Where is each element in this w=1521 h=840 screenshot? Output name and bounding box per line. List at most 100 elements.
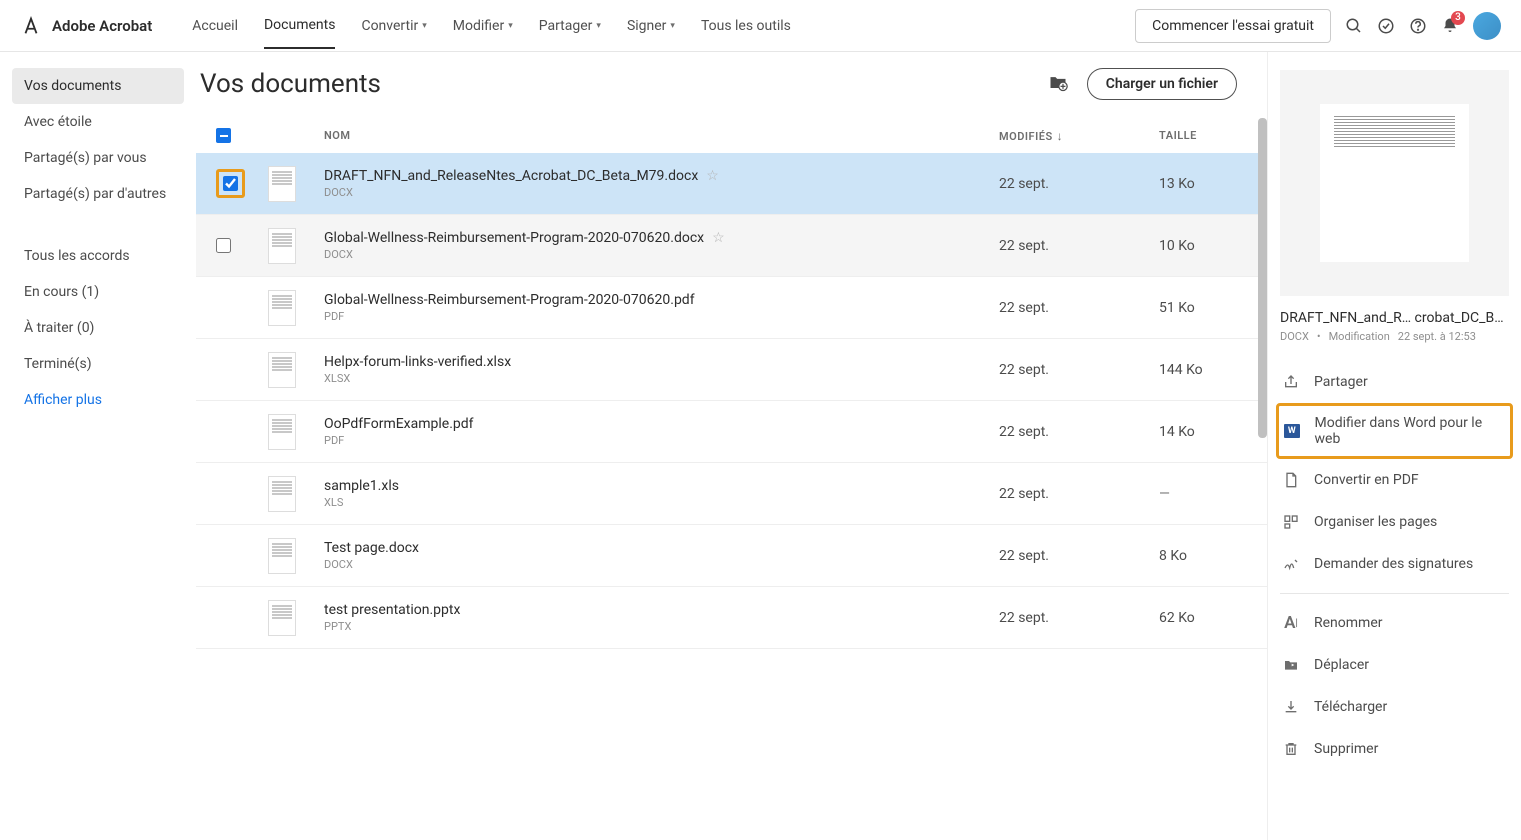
- file-date: 22 sept.: [999, 238, 1159, 254]
- nav-tous-outils[interactable]: Tous les outils: [701, 3, 791, 49]
- file-name: Global-Wellness-Reimbursement-Program-20…: [324, 292, 999, 308]
- organize-icon: [1282, 513, 1300, 531]
- help-icon[interactable]: [1409, 17, 1427, 35]
- app-name: Adobe Acrobat: [52, 17, 152, 35]
- file-name: Helpx-forum-links-verified.xlsx: [324, 354, 999, 370]
- table-row[interactable]: OoPdfFormExample.pdfPDF22 sept.14 Ko: [196, 401, 1267, 463]
- file-type: XLSX: [324, 372, 999, 385]
- add-folder-icon[interactable]: [1047, 73, 1069, 95]
- trash-icon: [1282, 740, 1300, 758]
- action-move[interactable]: Déplacer: [1280, 644, 1509, 686]
- file-thumbnail: [268, 352, 296, 388]
- star-icon[interactable]: ☆: [706, 168, 719, 184]
- column-modified[interactable]: MODIFIÉS↓: [999, 129, 1159, 143]
- file-thumbnail: [268, 290, 296, 326]
- file-type: DOCX: [324, 186, 999, 199]
- action-share[interactable]: Partager: [1280, 361, 1509, 403]
- column-name[interactable]: NOM: [324, 129, 999, 142]
- notification-badge: 3: [1451, 11, 1465, 25]
- action-download[interactable]: Télécharger: [1280, 686, 1509, 728]
- nav-documents[interactable]: Documents: [264, 3, 335, 49]
- sidebar-item-termines[interactable]: Terminé(s): [12, 346, 184, 382]
- sidebar-show-more[interactable]: Afficher plus: [12, 382, 184, 418]
- file-thumbnail: [268, 476, 296, 512]
- sidebar-item-vos-documents[interactable]: Vos documents: [12, 68, 184, 104]
- file-table: NOM MODIFIÉS↓ TAILLE DRAFT_NFN_and_Relea…: [196, 118, 1267, 840]
- file-name: Global-Wellness-Reimbursement-Program-20…: [324, 230, 999, 246]
- action-edit-word[interactable]: W Modifier dans Word pour le web: [1276, 403, 1513, 459]
- nav-partager[interactable]: Partager▾: [539, 3, 601, 49]
- table-row[interactable]: Helpx-forum-links-verified.xlsxXLSX22 se…: [196, 339, 1267, 401]
- table-row[interactable]: Global-Wellness-Reimbursement-Program-20…: [196, 215, 1267, 277]
- file-date: 22 sept.: [999, 610, 1159, 626]
- move-icon: [1282, 656, 1300, 674]
- page-title: Vos documents: [196, 69, 1047, 99]
- chevron-down-icon: ▾: [670, 21, 675, 31]
- trial-button[interactable]: Commencer l'essai gratuit: [1135, 9, 1331, 43]
- sidebar: Vos documents Avec étoile Partagé(s) par…: [0, 52, 196, 840]
- action-rename[interactable]: A| Renommer: [1280, 602, 1509, 644]
- file-thumbnail: [268, 166, 296, 202]
- avatar[interactable]: [1473, 12, 1501, 40]
- file-size: 13 Ko: [1159, 176, 1253, 192]
- file-type: PDF: [324, 434, 999, 447]
- table-row[interactable]: DRAFT_NFN_and_ReleaseNtes_Acrobat_DC_Bet…: [196, 153, 1267, 215]
- table-header: NOM MODIFIÉS↓ TAILLE: [196, 118, 1267, 153]
- file-type: XLS: [324, 496, 999, 509]
- table-row[interactable]: sample1.xlsXLS22 sept.—: [196, 463, 1267, 525]
- chevron-down-icon: ▾: [422, 21, 427, 31]
- top-nav: Adobe Acrobat Accueil Documents Converti…: [0, 0, 1521, 52]
- scrollbar[interactable]: [1258, 118, 1267, 438]
- sidebar-item-a-traiter[interactable]: À traiter (0): [12, 310, 184, 346]
- file-date: 22 sept.: [999, 300, 1159, 316]
- panel-file-meta: DOCX • Modification 22 sept. à 12:53: [1280, 330, 1509, 343]
- select-all-checkbox[interactable]: [210, 128, 268, 143]
- action-signatures[interactable]: Demander des signatures: [1280, 543, 1509, 585]
- sidebar-item-en-cours[interactable]: En cours (1): [12, 274, 184, 310]
- nav-accueil[interactable]: Accueil: [192, 3, 238, 49]
- file-size: 10 Ko: [1159, 238, 1253, 254]
- sort-arrow-icon: ↓: [1057, 129, 1064, 143]
- row-checkbox[interactable]: [223, 176, 238, 191]
- sidebar-item-avec-etoile[interactable]: Avec étoile: [12, 104, 184, 140]
- action-organize[interactable]: Organiser les pages: [1280, 501, 1509, 543]
- star-icon[interactable]: ☆: [712, 230, 725, 246]
- file-type: PDF: [324, 310, 999, 323]
- file-type: PPTX: [324, 620, 999, 633]
- file-size: 144 Ko: [1159, 362, 1253, 378]
- file-type: DOCX: [324, 248, 999, 261]
- panel-mod-label: Modification: [1329, 330, 1390, 343]
- row-checkbox[interactable]: [216, 238, 231, 253]
- file-name: Test page.docx: [324, 540, 999, 556]
- notifications-icon[interactable]: 3: [1441, 17, 1459, 35]
- file-name: DRAFT_NFN_and_ReleaseNtes_Acrobat_DC_Bet…: [324, 168, 999, 184]
- rename-icon: A|: [1282, 614, 1300, 632]
- word-icon: W: [1283, 422, 1301, 440]
- search-icon[interactable]: [1345, 17, 1363, 35]
- nav-signer[interactable]: Signer▾: [627, 3, 675, 49]
- sidebar-item-partage-par-vous[interactable]: Partagé(s) par vous: [12, 140, 184, 176]
- nav-convertir[interactable]: Convertir▾: [361, 3, 426, 49]
- upload-button[interactable]: Charger un fichier: [1087, 68, 1237, 100]
- column-size[interactable]: TAILLE: [1159, 129, 1253, 142]
- sidebar-item-partage-par-autres[interactable]: Partagé(s) par d'autres: [12, 176, 184, 212]
- pdf-icon: [1282, 471, 1300, 489]
- sidebar-item-tous-accords[interactable]: Tous les accords: [12, 238, 184, 274]
- document-preview[interactable]: [1280, 70, 1509, 296]
- table-row[interactable]: Global-Wellness-Reimbursement-Program-20…: [196, 277, 1267, 339]
- table-row[interactable]: test presentation.pptxPPTX22 sept.62 Ko: [196, 587, 1267, 649]
- file-thumbnail: [268, 538, 296, 574]
- app-logo[interactable]: Adobe Acrobat: [20, 15, 152, 37]
- action-convert-pdf[interactable]: Convertir en PDF: [1280, 459, 1509, 501]
- main: Vos documents Charger un fichier NOM MOD…: [196, 52, 1267, 840]
- nav-modifier[interactable]: Modifier▾: [453, 3, 513, 49]
- main-header: Vos documents Charger un fichier: [196, 68, 1267, 118]
- action-delete[interactable]: Supprimer: [1280, 728, 1509, 770]
- file-thumbnail: [268, 228, 296, 264]
- check-icon[interactable]: [1377, 17, 1395, 35]
- file-date: 22 sept.: [999, 176, 1159, 192]
- chevron-down-icon: ▾: [596, 21, 601, 31]
- file-type: DOCX: [324, 558, 999, 571]
- table-row[interactable]: Test page.docxDOCX22 sept.8 Ko: [196, 525, 1267, 587]
- file-thumbnail: [268, 414, 296, 450]
